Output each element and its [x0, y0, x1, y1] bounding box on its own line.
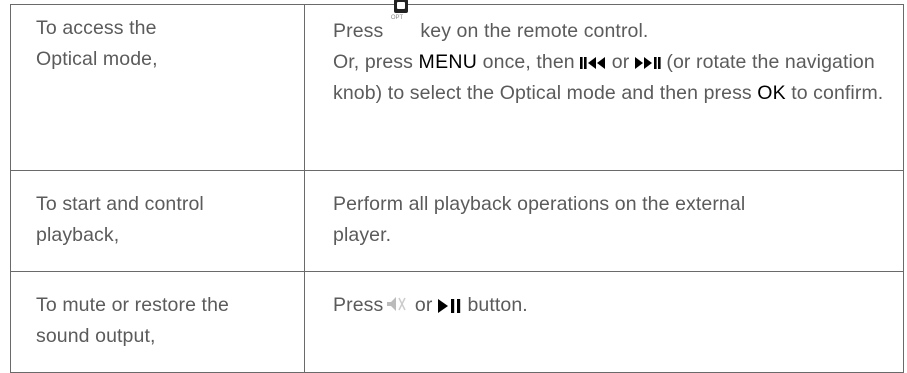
action-cell: To start and control playback, [10, 170, 305, 272]
text-segment: key on the remote control. [414, 20, 649, 42]
mute-icon [387, 297, 407, 311]
ok-key-label: OK [757, 82, 786, 104]
instruction-line-2: Or, press MENU once, then or (or rotate … [333, 47, 903, 109]
instruction-cell: Press or button. [304, 271, 904, 373]
instruction-cell: Press OPT key on the remote control. Or,… [304, 0, 904, 171]
table-row: To start and control playback, Perform a… [10, 170, 904, 272]
instruction-text: Perform all playback operations on the e… [333, 193, 746, 246]
action-text: To start and control playback, [36, 193, 204, 246]
optical-key-icon: OPT [390, 0, 413, 39]
text-segment: or [409, 294, 438, 316]
text-segment: Press [333, 294, 384, 316]
menu-key-label: MENU [418, 51, 478, 73]
instruction-table: To access the Optical mode, Press OPT ke… [10, 0, 904, 373]
text-segment: once, then [477, 51, 581, 73]
table-row: To mute or restore the sound output, Pre… [10, 271, 904, 373]
text-segment: button. [461, 294, 528, 316]
action-text: To access the Optical mode, [36, 17, 158, 70]
table-row: To access the Optical mode, Press OPT ke… [10, 0, 904, 171]
text-segment: or [606, 51, 635, 73]
instruction-cell: Perform all playback operations on the e… [304, 170, 904, 272]
skip-previous-icon [580, 56, 606, 69]
key-label: OPT [390, 15, 404, 21]
skip-next-icon [634, 56, 661, 69]
instruction-line-1: Press OPT key on the remote control. [333, 0, 903, 47]
play-pause-icon [437, 298, 461, 313]
action-cell: To mute or restore the sound output, [10, 271, 305, 373]
text-segment: Press [333, 20, 389, 42]
instruction-text: Press or button. [333, 290, 903, 321]
action-text: To mute or restore the sound output, [36, 294, 229, 347]
text-segment: to confirm. [785, 82, 884, 104]
action-cell: To access the Optical mode, [10, 4, 305, 171]
text-segment: Or, press [333, 51, 419, 73]
